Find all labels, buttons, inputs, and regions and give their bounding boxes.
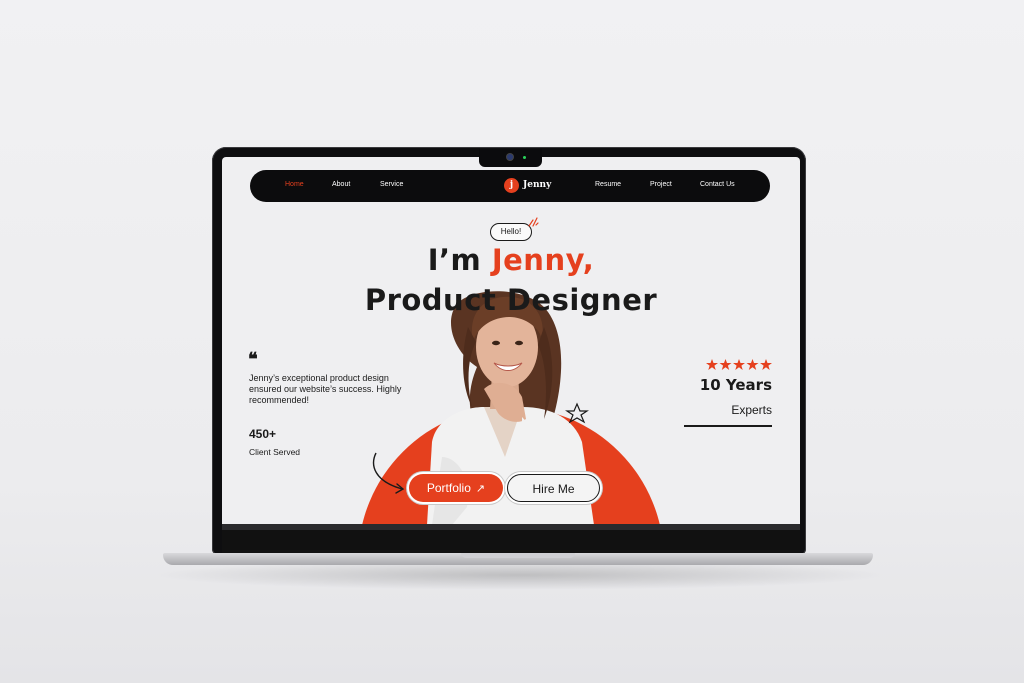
laptop-screen: Home About Service j Jenny Resume Projec… <box>222 157 800 525</box>
logo-mark-icon: j <box>504 178 519 193</box>
camera-notch <box>479 149 542 167</box>
headline-accent-name: Jenny, <box>491 243 595 277</box>
webcam-icon <box>507 154 513 160</box>
nav-link-contact[interactable]: Contact Us <box>700 181 735 188</box>
rating-stars <box>706 359 772 370</box>
camera-indicator-light <box>523 156 526 159</box>
star-icon <box>719 359 732 370</box>
arrow-up-right-icon: ↗ <box>475 483 486 495</box>
star-icon <box>733 359 745 370</box>
nav-link-service[interactable]: Service <box>380 181 403 188</box>
nav-link-resume[interactable]: Resume <box>595 181 621 188</box>
experience-label: Experts <box>731 403 772 417</box>
portrait-photo <box>427 291 594 525</box>
star-icon <box>706 359 718 370</box>
laptop-base <box>163 553 873 565</box>
sparkle-icon <box>528 217 539 227</box>
hire-me-button[interactable]: Hire Me <box>507 474 600 502</box>
clients-label: Client Served <box>249 447 301 457</box>
experience-years: 10 Years <box>699 376 772 394</box>
quote-icon: ❝ <box>248 349 258 370</box>
headline-role: Product Designer <box>364 283 658 317</box>
stat-underline <box>684 425 772 427</box>
clients-count: 450+ <box>249 427 277 441</box>
portfolio-button-label: Portfolio <box>426 481 471 495</box>
nav-link-project[interactable]: Project <box>650 181 672 188</box>
headline-prefix: I’m <box>427 243 492 277</box>
portfolio-button[interactable]: Portfolio ↗ <box>409 474 503 502</box>
curved-arrow-icon <box>372 452 405 494</box>
star-icon <box>760 359 772 370</box>
nav-link-home[interactable]: Home <box>285 181 304 188</box>
greeting-badge: Hello! <box>490 223 532 241</box>
headline-name: I’m Jenny, <box>222 243 800 277</box>
testimonial-text: Jenny’s exceptional product design ensur… <box>249 373 402 405</box>
laptop-open-groove <box>461 553 575 558</box>
logo-text: Jenny <box>523 180 552 190</box>
top-navigation-bar: Home About Service j Jenny Resume Projec… <box>250 170 770 202</box>
nav-link-about[interactable]: About <box>332 181 350 188</box>
star-icon <box>746 359 759 370</box>
